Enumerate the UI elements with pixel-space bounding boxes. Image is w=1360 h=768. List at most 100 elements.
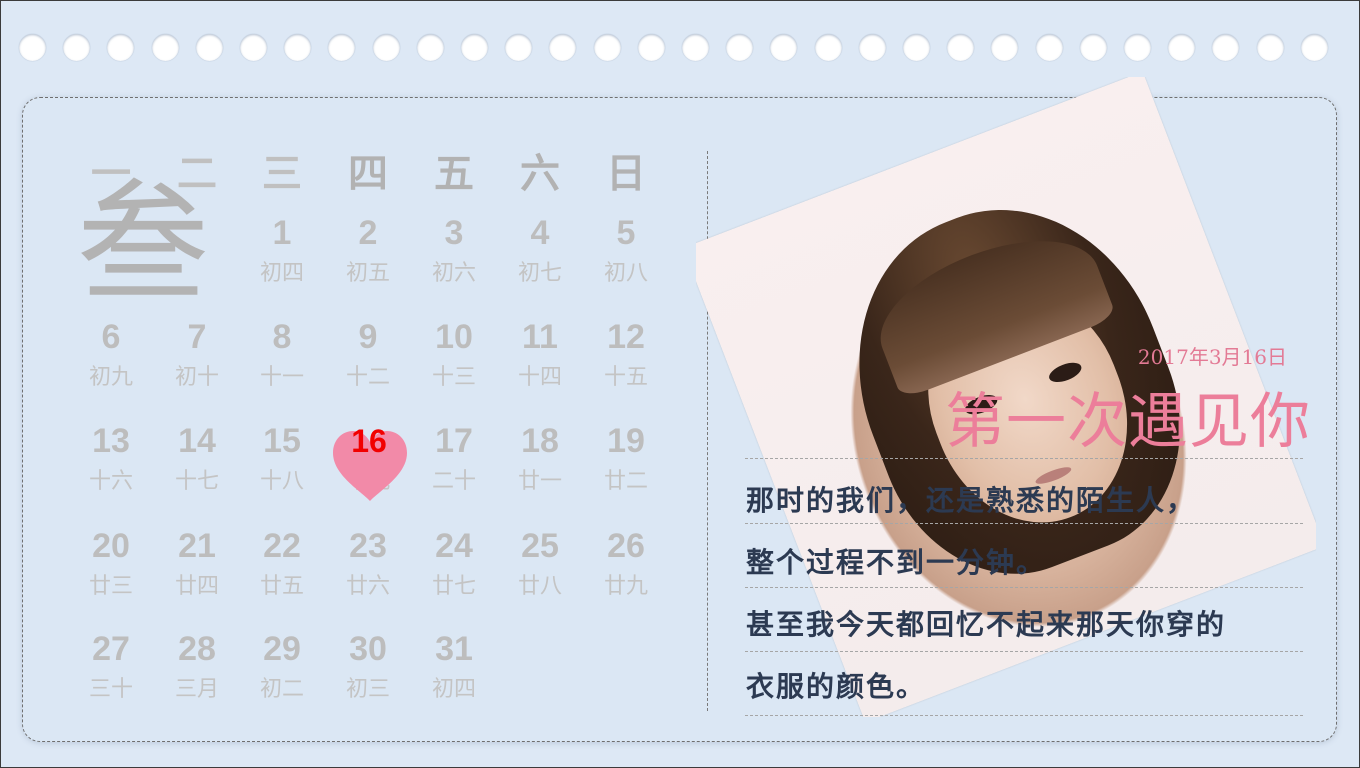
binding-hole <box>1168 34 1196 61</box>
weekday-label: 五 <box>434 150 474 197</box>
calendar-day: 26 廿九 <box>586 526 666 600</box>
lunar-date: 二十 <box>431 469 476 494</box>
text-rule <box>745 651 1303 652</box>
binding-hole <box>416 34 444 61</box>
calendar-day: 18 廿一 <box>500 421 580 495</box>
calendar-day: 1 初四 <box>242 213 322 287</box>
lunar-date: 初七 <box>517 261 562 286</box>
binding-hole <box>461 34 488 61</box>
calendar-day: 14 十七 <box>157 421 237 495</box>
binding-hole <box>549 34 577 61</box>
day-number: 5 <box>616 214 636 252</box>
text-rule <box>745 587 1303 588</box>
day-number: 24 <box>435 527 473 565</box>
calendar-day: 3 初六 <box>414 213 494 287</box>
story-line: 衣服的颜色。 <box>746 670 927 703</box>
story-line: 整个过程不到一分钟。 <box>746 546 1047 579</box>
lunar-date: 十三 <box>431 365 476 390</box>
weekday-label: 日 <box>606 150 646 197</box>
binding-hole <box>19 34 46 61</box>
day-number: 27 <box>92 630 130 668</box>
lunar-date: 十八 <box>259 469 304 494</box>
lunar-date: 廿四 <box>174 574 219 599</box>
calendar-day: 4 初七 <box>500 213 580 287</box>
binding-hole <box>1300 34 1328 61</box>
binding-holes <box>19 34 1339 64</box>
binding-hole <box>726 34 754 61</box>
lunar-date: 初三 <box>345 677 390 702</box>
binding-hole <box>682 34 709 61</box>
day-number: 18 <box>521 422 559 460</box>
lunar-date: 十五 <box>603 365 648 390</box>
binding-hole <box>903 34 930 61</box>
lunar-date: 廿五 <box>259 574 304 599</box>
text-rule <box>745 715 1303 716</box>
calendar-day: 12 十五 <box>586 317 666 391</box>
day-number: 8 <box>272 318 292 356</box>
day-number: 15 <box>263 422 301 460</box>
binding-hole <box>63 34 91 61</box>
lunar-date: 初四 <box>259 261 304 286</box>
day-number: 6 <box>101 318 121 356</box>
binding-hole <box>372 34 400 61</box>
calendar-day: 10 十三 <box>414 317 494 391</box>
calendar-day: 31 初四 <box>414 629 494 703</box>
lunar-date: 十四 <box>517 365 562 390</box>
calendar-day: 5 初八 <box>586 213 666 287</box>
text-rule <box>745 523 1303 524</box>
lunar-date: 廿二 <box>603 469 648 494</box>
day-number: 19 <box>607 422 645 460</box>
calendar-day: 2 初五 <box>328 213 408 287</box>
calendar-day: 28 三月 <box>157 629 237 703</box>
day-number: 9 <box>358 318 378 356</box>
calendar-day: 22 廿五 <box>242 526 322 600</box>
binding-hole <box>284 34 312 61</box>
day-number: 29 <box>263 630 301 668</box>
binding-hole <box>1124 34 1151 61</box>
binding-hole <box>505 34 533 61</box>
lunar-date: 初八 <box>603 261 648 286</box>
lunar-date: 廿七 <box>431 574 476 599</box>
day-number: 22 <box>263 527 301 565</box>
lunar-date: 廿三 <box>88 574 133 599</box>
binding-hole <box>637 34 665 61</box>
day-number: 10 <box>435 318 473 356</box>
binding-hole <box>107 34 135 61</box>
lunar-date: 初九 <box>88 365 133 390</box>
weekday-label: 二 <box>177 150 217 197</box>
binding-hole <box>991 34 1019 61</box>
calendar-day: 25 廿八 <box>500 526 580 600</box>
calendar-day: 6 初九 <box>71 317 151 391</box>
lunar-date: 初六 <box>431 261 476 286</box>
weekday-label: 四 <box>348 150 388 197</box>
story-line: 甚至我今天都回忆不起来那天你穿的 <box>746 608 1227 641</box>
binding-hole <box>195 34 223 61</box>
calendar-day: 7 初十 <box>157 317 237 391</box>
lunar-date: 十六 <box>88 469 133 494</box>
binding-hole <box>814 34 842 61</box>
day-number: 17 <box>435 422 473 460</box>
binding-hole <box>1212 34 1240 61</box>
calendar-day: 11 十四 <box>500 317 580 391</box>
lunar-date: 廿六 <box>345 574 390 599</box>
calendar-page: 叁 一二三四五六日 1 初四 2 初五 3 初六 4 初七 5 初八 6 初九 7 初十 8 十一 9 十二 10 十… <box>0 0 1360 768</box>
lunar-date: 初二 <box>259 677 304 702</box>
calendar-day: 17 二十 <box>414 421 494 495</box>
binding-hole <box>1035 34 1063 61</box>
lunar-date: 三十 <box>88 677 133 702</box>
binding-hole <box>770 34 798 61</box>
lunar-date: 十二 <box>345 365 390 390</box>
day-number: 1 <box>272 214 292 252</box>
calendar-day: 19 廿二 <box>586 421 666 495</box>
calendar-day: 23 廿六 <box>328 526 408 600</box>
calendar-day: 29 初二 <box>242 629 322 703</box>
weekday-label: 三 <box>262 150 302 197</box>
day-number: 2 <box>358 214 378 252</box>
calendar-day: 27 三十 <box>71 629 151 703</box>
story-line: 那时的我们，还是熟悉的陌生人， <box>746 484 1197 517</box>
binding-hole <box>328 34 356 61</box>
calendar-day: 21 廿四 <box>157 526 237 600</box>
date-label: 2017年3月16日 <box>1137 345 1287 369</box>
calendar-day: 13 十六 <box>71 421 151 495</box>
day-number: 3 <box>444 214 464 252</box>
